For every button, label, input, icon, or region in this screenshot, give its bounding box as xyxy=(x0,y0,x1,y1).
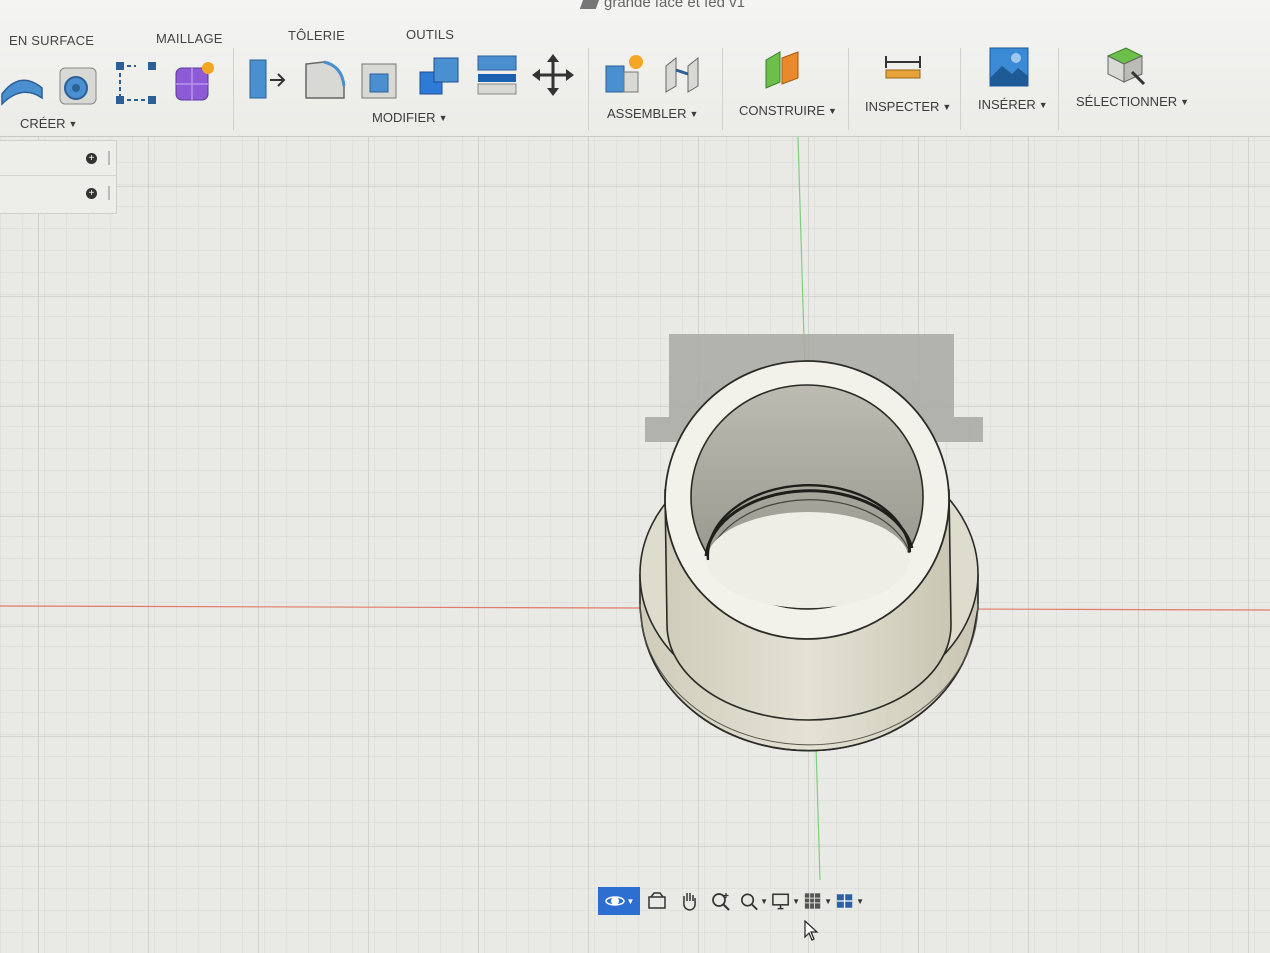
chevron-down-icon: ▼ xyxy=(760,896,768,906)
chevron-down-icon: ▼ xyxy=(824,896,832,906)
chevron-down-icon: ▼ xyxy=(1038,100,1048,110)
display-settings-button[interactable]: ▼ xyxy=(770,887,800,915)
browser-row[interactable]: + xyxy=(0,141,116,176)
cursor-icon xyxy=(804,920,819,941)
chevron-down-icon: ▼ xyxy=(689,109,699,119)
chevron-down-icon: ▼ xyxy=(626,896,635,906)
handle-icon[interactable] xyxy=(108,186,110,200)
viewports-button[interactable]: ▼ xyxy=(834,887,864,915)
move-icon[interactable] xyxy=(530,52,576,98)
insert-image-icon[interactable] xyxy=(986,44,1032,90)
grid xyxy=(0,137,1270,953)
form-box-icon[interactable] xyxy=(170,58,216,104)
expand-icon[interactable]: + xyxy=(86,188,97,199)
zoom-button[interactable] xyxy=(706,887,736,915)
chevron-down-icon: ▼ xyxy=(68,119,78,129)
chevron-down-icon: ▼ xyxy=(942,102,952,112)
tab-outils[interactable]: OUTILS xyxy=(406,27,454,42)
handle-icon[interactable] xyxy=(108,151,110,165)
orbit-button[interactable]: ▼ xyxy=(598,887,640,915)
shell-icon[interactable] xyxy=(358,56,404,102)
chevron-down-icon: ▼ xyxy=(792,896,800,906)
select-icon[interactable] xyxy=(1102,42,1148,88)
tab-tolerie[interactable]: TÔLERIE xyxy=(288,28,345,43)
look-at-icon xyxy=(648,892,666,909)
separator xyxy=(848,48,849,130)
revolve-solid-icon[interactable] xyxy=(56,62,102,108)
fit-button[interactable]: ▼ xyxy=(738,887,768,915)
construire-menu[interactable]: CONSTRUIRE ▼ xyxy=(739,103,837,118)
chevron-down-icon: ▼ xyxy=(827,106,837,116)
chevron-down-icon: ▼ xyxy=(856,896,864,906)
viewports-icon xyxy=(836,894,853,908)
grid-snap-icon xyxy=(804,893,821,909)
measure-icon[interactable] xyxy=(880,48,926,94)
separator xyxy=(233,48,234,130)
separator xyxy=(588,48,589,130)
zoom-icon xyxy=(712,893,730,911)
separator xyxy=(960,48,961,130)
toolbar: grande face et fed v1 EN SURFACE MAILLAG… xyxy=(0,0,1270,137)
selectionner-menu[interactable]: SÉLECTIONNER ▼ xyxy=(1076,94,1189,109)
creer-menu[interactable]: CRÉER ▼ xyxy=(20,116,77,131)
separator xyxy=(1058,48,1059,130)
offset-plane-icon[interactable] xyxy=(760,48,806,94)
chevron-down-icon: ▼ xyxy=(438,113,448,123)
document-title-text: grande face et fed v1 xyxy=(604,0,745,11)
browser-panel: + + xyxy=(0,140,117,214)
document-icon xyxy=(579,0,601,9)
joint-icon[interactable] xyxy=(660,52,706,98)
display-settings-icon xyxy=(772,893,789,910)
browser-row[interactable]: + xyxy=(0,176,116,210)
sketch-dimension-icon[interactable] xyxy=(112,60,158,106)
pan-icon xyxy=(683,893,696,911)
look-at-button[interactable] xyxy=(642,887,672,915)
inserer-menu[interactable]: INSÉRER ▼ xyxy=(978,97,1048,112)
fit-icon xyxy=(741,893,758,911)
orbit-icon xyxy=(604,896,625,906)
grid-snap-button[interactable]: ▼ xyxy=(802,887,832,915)
navigation-bar: ▼ ▼ ▼ ▼ ▼ xyxy=(598,886,894,916)
combine-icon[interactable] xyxy=(416,54,462,100)
modifier-menu[interactable]: MODIFIER ▼ xyxy=(372,110,447,125)
new-component-icon[interactable] xyxy=(602,52,648,98)
surface-patch-icon[interactable] xyxy=(0,64,46,110)
fillet-icon[interactable] xyxy=(302,56,348,102)
expand-icon[interactable]: + xyxy=(86,153,97,164)
tab-en-surface[interactable]: EN SURFACE xyxy=(9,33,94,48)
separator xyxy=(722,48,723,130)
tab-maillage[interactable]: MAILLAGE xyxy=(156,31,223,46)
press-pull-icon[interactable] xyxy=(244,56,290,102)
canvas-viewport[interactable] xyxy=(0,137,1270,953)
split-body-icon[interactable] xyxy=(474,52,520,98)
document-title: grande face et fed v1 xyxy=(579,0,745,11)
inspecter-menu[interactable]: INSPECTER ▼ xyxy=(865,99,951,114)
assembler-menu[interactable]: ASSEMBLER ▼ xyxy=(607,106,698,121)
pan-button[interactable] xyxy=(674,887,704,915)
chevron-down-icon: ▼ xyxy=(1180,97,1190,107)
